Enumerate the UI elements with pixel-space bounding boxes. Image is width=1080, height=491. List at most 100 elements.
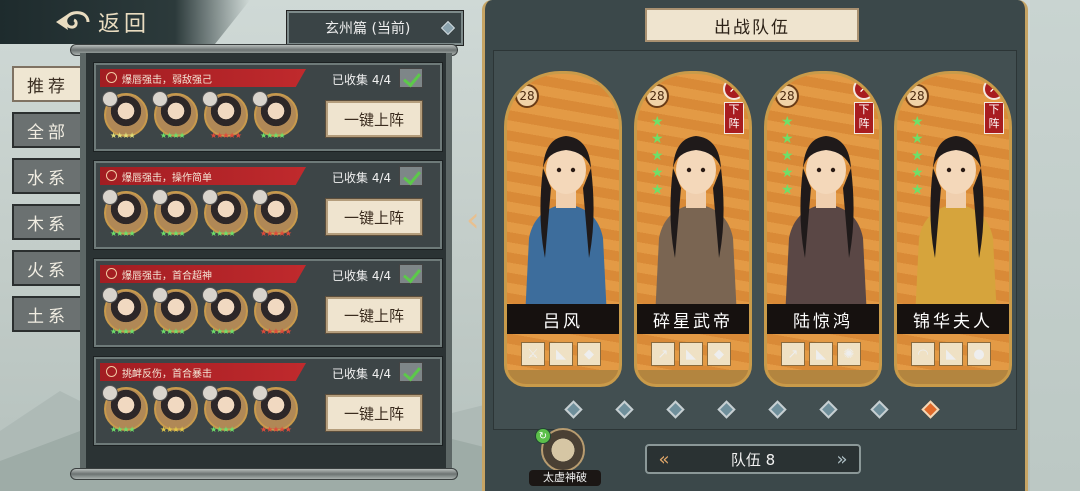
hero-avatar[interactable]: ★★★★	[252, 91, 298, 140]
hero-stars: ★★★★	[160, 327, 186, 336]
remove-button[interactable]: ✕ 下阵	[983, 78, 1005, 136]
hero-avatar[interactable]: ★★★★	[102, 91, 148, 140]
character-stars: ★ ★ ★ ★ ★	[911, 114, 927, 199]
hero-stars: ★★★★	[110, 131, 136, 140]
remove-button[interactable]: ✕ 下阵	[723, 78, 745, 136]
pager-dot[interactable]	[615, 400, 634, 419]
pager-dot[interactable]	[921, 400, 940, 419]
one-key-deploy-button[interactable]: 一键上阵	[325, 296, 423, 334]
team-list-panel[interactable]: 爆唇强击，弱敌强己 已收集 4/4 ★★★★ ★★★★ ★★★★★ ★★★★ 一…	[80, 53, 452, 473]
tab-fire[interactable]: 火系	[12, 250, 84, 286]
level-badge: 28	[775, 84, 799, 108]
hero-avatar[interactable]: ★★★★	[102, 385, 148, 434]
equipment-slots: ↗ ◣ ◆	[651, 342, 731, 366]
hero-avatar[interactable]: ★★★★★	[202, 91, 248, 140]
hero-stars: ★★★★	[160, 131, 186, 140]
hero-stars: ★★★★	[210, 327, 236, 336]
deploy-title: 出战队伍	[645, 8, 859, 42]
boots-icon[interactable]: ◣	[549, 342, 573, 366]
sword-icon[interactable]: ⚔	[521, 342, 545, 366]
element-badge-icon	[202, 91, 218, 107]
tab-water[interactable]: 水系	[12, 158, 84, 194]
star-icon: ★	[911, 148, 924, 164]
back-button[interactable]: 返回	[0, 0, 250, 44]
prev-team-arrow[interactable]: «	[653, 449, 675, 470]
tab-all[interactable]: 全部	[12, 112, 84, 148]
category-tabs: 推荐 全部 水系 木系 火系 土系	[12, 66, 88, 342]
right-background	[1030, 0, 1080, 491]
tab-recommend[interactable]: 推荐	[12, 66, 84, 102]
fan-icon[interactable]: ◠	[911, 342, 935, 366]
team-card: 爆唇强击，弱敌强己 已收集 4/4 ★★★★ ★★★★ ★★★★★ ★★★★ 一…	[93, 62, 443, 152]
collected-count: 已收集 4/4	[332, 171, 392, 185]
one-key-deploy-button[interactable]: 一键上阵	[325, 198, 423, 236]
hero-avatar[interactable]: ★★★★★	[252, 189, 298, 238]
hero-avatar[interactable]: ★★★★	[102, 287, 148, 336]
card-footer	[897, 370, 1009, 384]
element-badge-icon	[152, 287, 168, 303]
element-badge-icon	[202, 385, 218, 401]
armor-icon[interactable]: ◆	[707, 342, 731, 366]
hero-avatar[interactable]: ★★★★	[102, 189, 148, 238]
search-icon	[106, 170, 117, 181]
hero-avatar[interactable]: ★★★★	[202, 189, 248, 238]
collected-count: 已收集 4/4	[332, 73, 392, 87]
next-team-arrow[interactable]: »	[831, 449, 853, 470]
tab-wood[interactable]: 木系	[12, 204, 84, 240]
one-key-deploy-button[interactable]: 一键上阵	[325, 394, 423, 432]
pager-dot[interactable]	[870, 400, 889, 419]
hero-avatar[interactable]: ★★★★	[202, 385, 248, 434]
level-badge: 28	[645, 84, 669, 108]
star-icon: ★	[781, 148, 794, 164]
pager-dot[interactable]	[819, 400, 838, 419]
hero-avatar[interactable]: ★★★★★	[252, 385, 298, 434]
character-card[interactable]: 28 ✕ 下阵 ★ ★ ★ ★ ★ 碎星武帝 ↗ ◣ ◆	[634, 71, 752, 387]
remove-button[interactable]: ✕ 下阵	[853, 78, 875, 136]
pager-dot[interactable]	[564, 400, 583, 419]
pager-dot[interactable]	[717, 400, 736, 419]
character-card[interactable]: 28 ✕ 下阵 ★ ★ ★ ★ ★ 锦华夫人 ◠ ◣ ●	[894, 71, 1012, 387]
tab-earth[interactable]: 土系	[12, 296, 84, 332]
hero-stars: ★★★★	[210, 425, 236, 434]
close-icon: ✕	[853, 78, 875, 100]
star-icon: ★	[911, 114, 924, 130]
team-card: 爆唇强击，操作简单 已收集 4/4 ★★★★ ★★★★ ★★★★ ★★★★★ 一…	[93, 160, 443, 250]
search-icon	[106, 268, 117, 279]
hero-avatar[interactable]: ★★★★★	[252, 287, 298, 336]
team-tag-label: 爆唇强击，弱敌强己	[122, 74, 212, 86]
pager-dot[interactable]	[768, 400, 787, 419]
team-tag-label: 爆唇强击，首合超神	[122, 270, 212, 282]
character-card[interactable]: 28 ✕ 下阵 ★ ★ ★ ★ ★ 陆惊鸿 ↗ ◣ ✺	[764, 71, 882, 387]
scroll-rod-bottom	[70, 468, 458, 480]
gourd-icon[interactable]: ●	[967, 342, 991, 366]
element-badge-icon	[102, 189, 118, 205]
hero-stars: ★★★★	[110, 229, 136, 238]
hero-avatar[interactable]: ★★★★	[152, 385, 198, 434]
team-tag-label: 爆唇强击，操作简单	[122, 172, 212, 184]
hero-stars: ★★★★	[260, 131, 286, 140]
hero-avatar[interactable]: ★★★★	[202, 287, 248, 336]
card-footer	[507, 370, 619, 384]
team-tag: 爆唇强击，弱敌强己	[100, 69, 306, 87]
card-footer	[637, 370, 749, 384]
one-key-deploy-button[interactable]: 一键上阵	[325, 100, 423, 138]
pager-dot[interactable]	[666, 400, 685, 419]
beast-icon[interactable]: ✺	[837, 342, 861, 366]
boots-icon[interactable]: ◣	[939, 342, 963, 366]
equipment-slots: ◠ ◣ ●	[911, 342, 991, 366]
star-icon: ★	[781, 131, 794, 147]
character-card[interactable]: 28 吕风 ⚔ ◣ ◆	[504, 71, 622, 387]
boots-icon[interactable]: ◣	[809, 342, 833, 366]
refresh-icon[interactable]: ↻	[535, 428, 551, 444]
spear-icon[interactable]: ↗	[781, 342, 805, 366]
armor-icon[interactable]: ◆	[577, 342, 601, 366]
hero-avatar[interactable]: ★★★★	[152, 91, 198, 140]
spear-icon[interactable]: ↗	[651, 342, 675, 366]
character-portrait	[525, 136, 607, 318]
chapter-selector[interactable]: 玄州篇 (当前)	[286, 10, 464, 46]
star-icon: ★	[651, 182, 664, 198]
hero-avatar[interactable]: ★★★★	[152, 189, 198, 238]
skill-button[interactable]: ↻ 太虚神破	[529, 428, 601, 486]
hero-avatar[interactable]: ★★★★	[152, 287, 198, 336]
boots-icon[interactable]: ◣	[679, 342, 703, 366]
